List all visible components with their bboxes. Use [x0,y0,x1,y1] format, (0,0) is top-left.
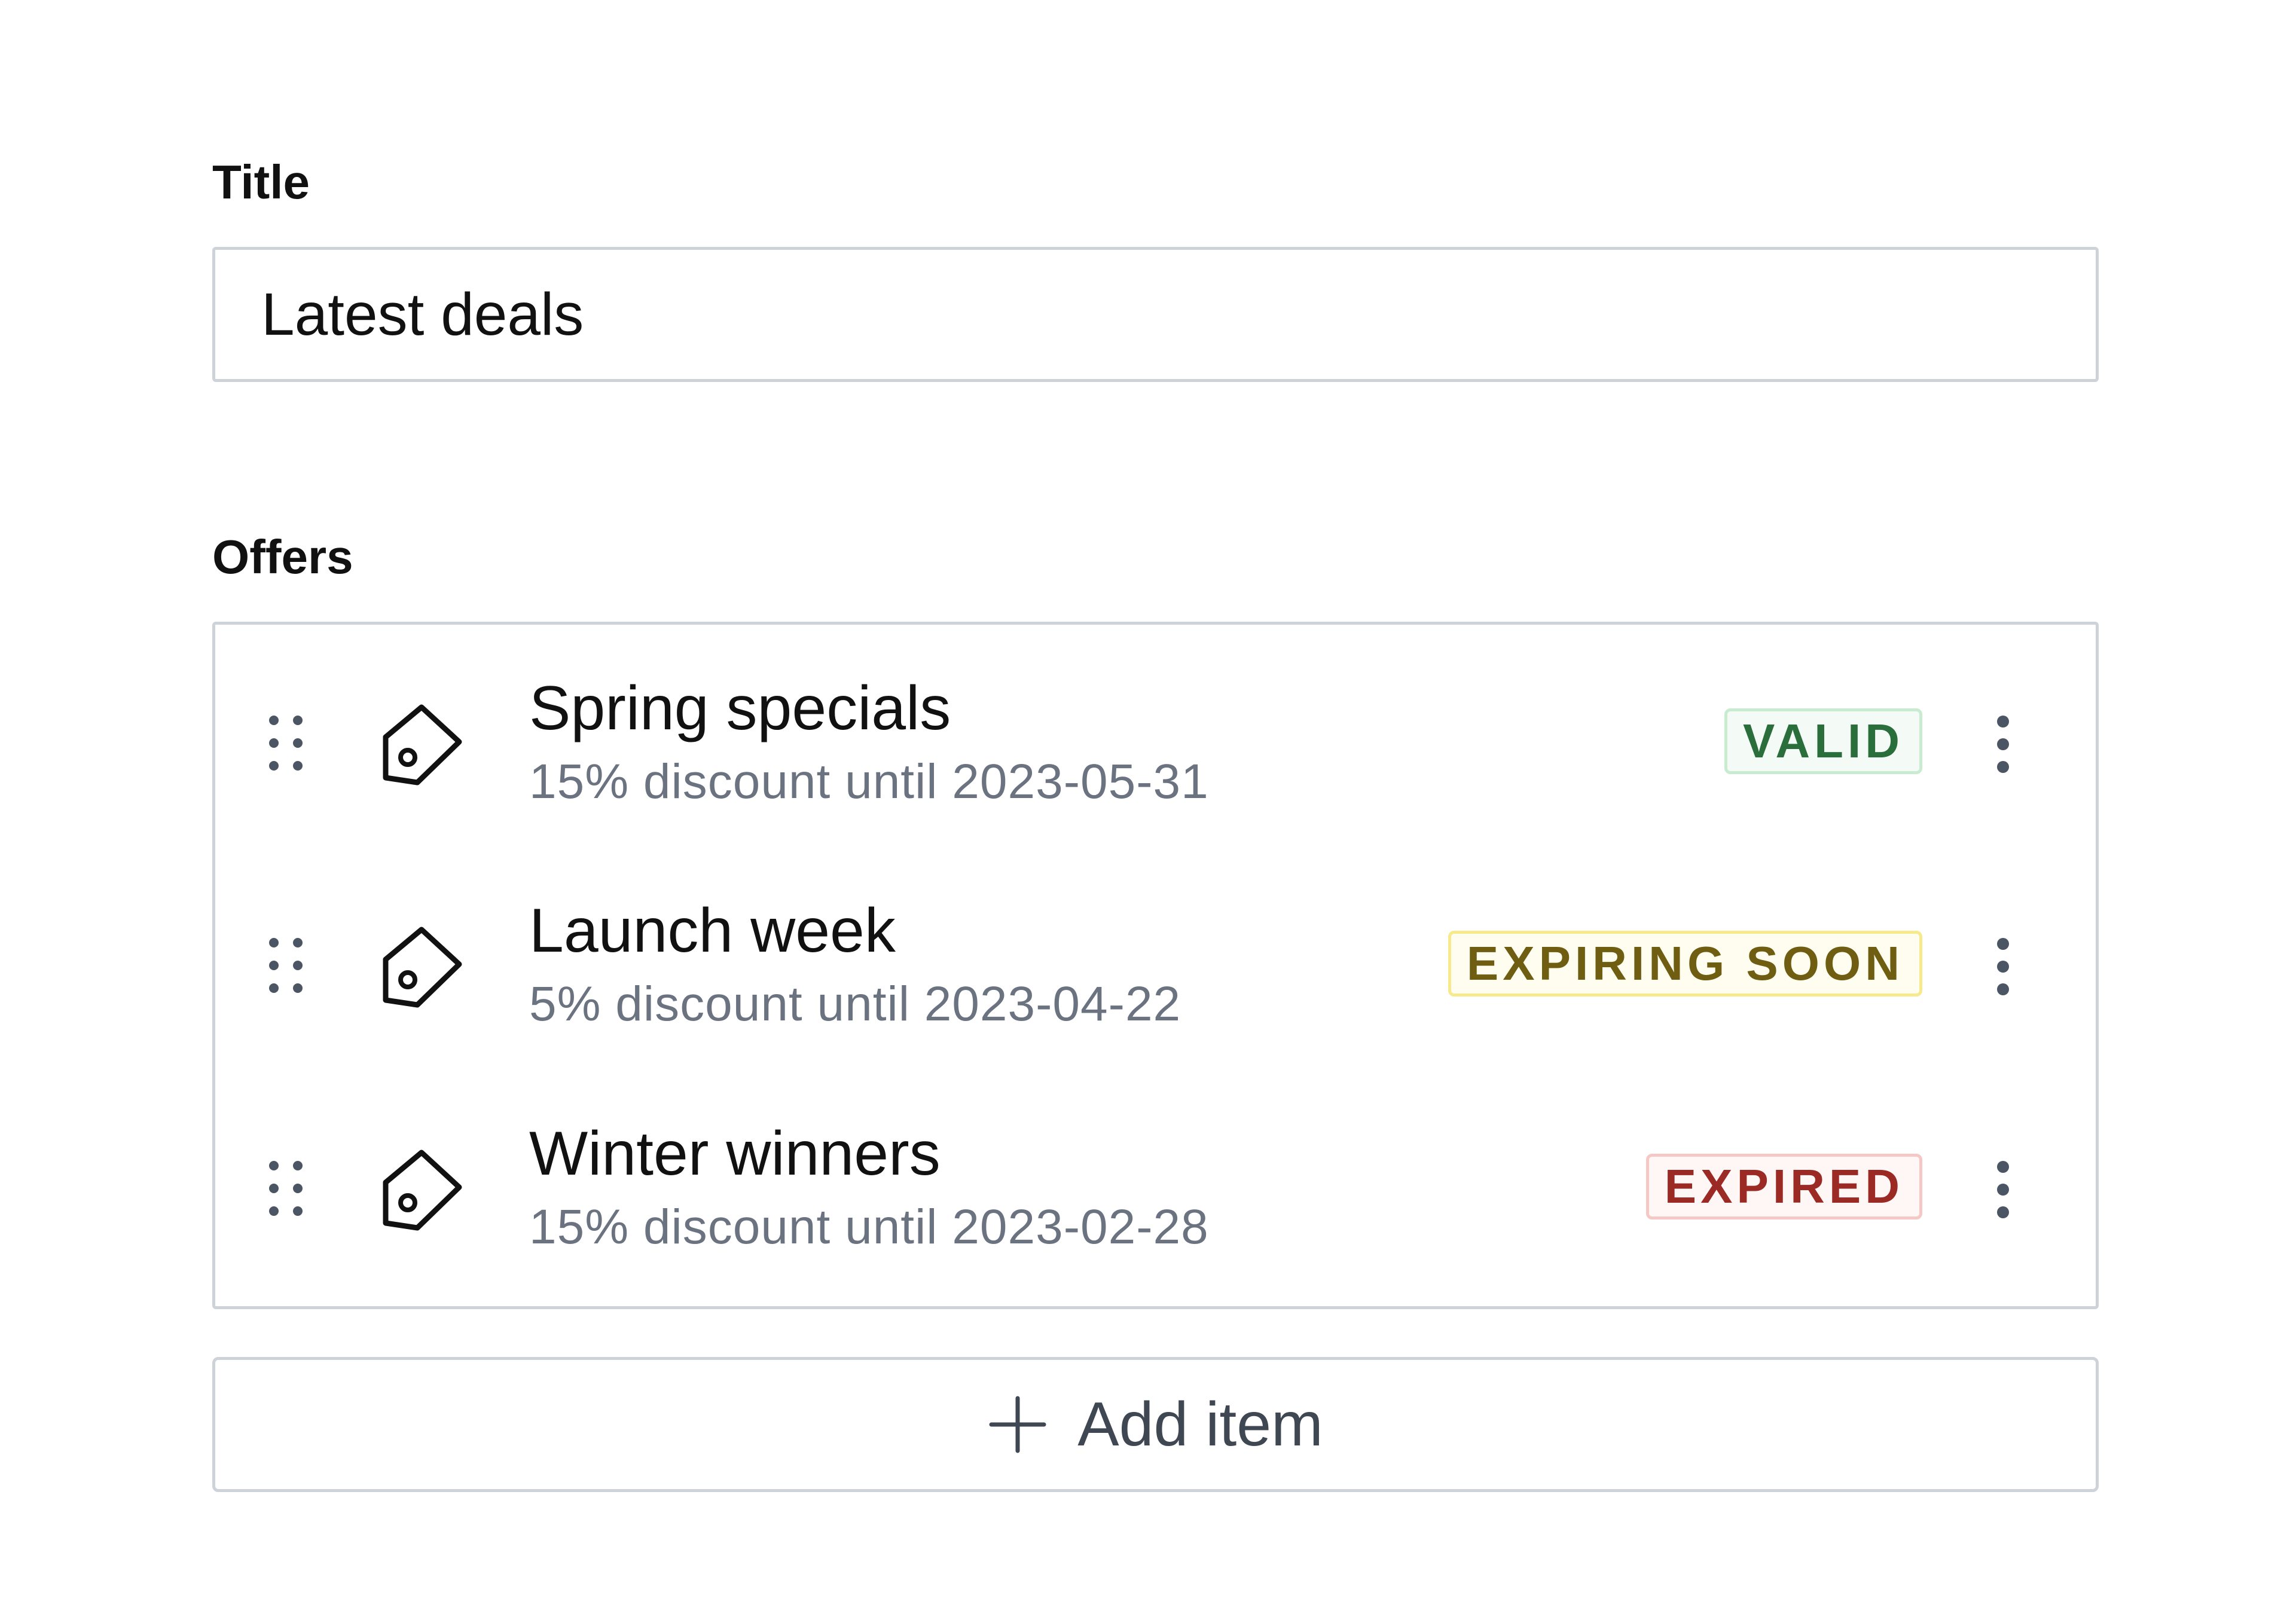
offer-subtitle: 15% discount until 2023-02-28 [529,1200,1209,1254]
tag-icon [383,1150,462,1231]
drag-handle-icon[interactable] [268,937,304,994]
more-vertical-icon[interactable] [1994,937,2012,997]
offer-title: Winter winners [529,1119,941,1188]
title-input-value: Latest deals [261,280,584,348]
add-item-button[interactable]: Add item [212,1357,2099,1492]
plus-icon [989,1396,1046,1453]
status-badge: EXPIRING SOON [1448,931,1922,997]
offers-label: Offers [212,530,353,583]
offer-row[interactable]: Launch week 5% discount until 2023-04-22… [215,847,2096,1069]
drag-handle-icon[interactable] [268,1160,304,1217]
offer-title: Launch week [529,896,896,965]
status-badge: VALID [1724,708,1922,774]
offer-row[interactable]: Winter winners 15% discount until 2023-0… [215,1070,2096,1292]
tag-icon [383,704,462,785]
title-input[interactable]: Latest deals [212,247,2099,382]
offer-row[interactable]: Spring specials 15% discount until 2023-… [215,625,2096,847]
status-badge: EXPIRED [1645,1154,1922,1219]
offer-title: Spring specials [529,674,951,743]
title-label: Title [212,155,310,209]
offer-subtitle: 15% discount until 2023-05-31 [529,754,1209,809]
more-vertical-icon[interactable] [1994,1160,2012,1219]
drag-handle-icon[interactable] [268,714,304,772]
add-item-label: Add item [1077,1390,1323,1459]
tag-icon [383,927,462,1008]
more-vertical-icon[interactable] [1994,714,2012,774]
offers-list: Spring specials 15% discount until 2023-… [212,622,2099,1309]
offer-subtitle: 5% discount until 2023-04-22 [529,977,1181,1031]
